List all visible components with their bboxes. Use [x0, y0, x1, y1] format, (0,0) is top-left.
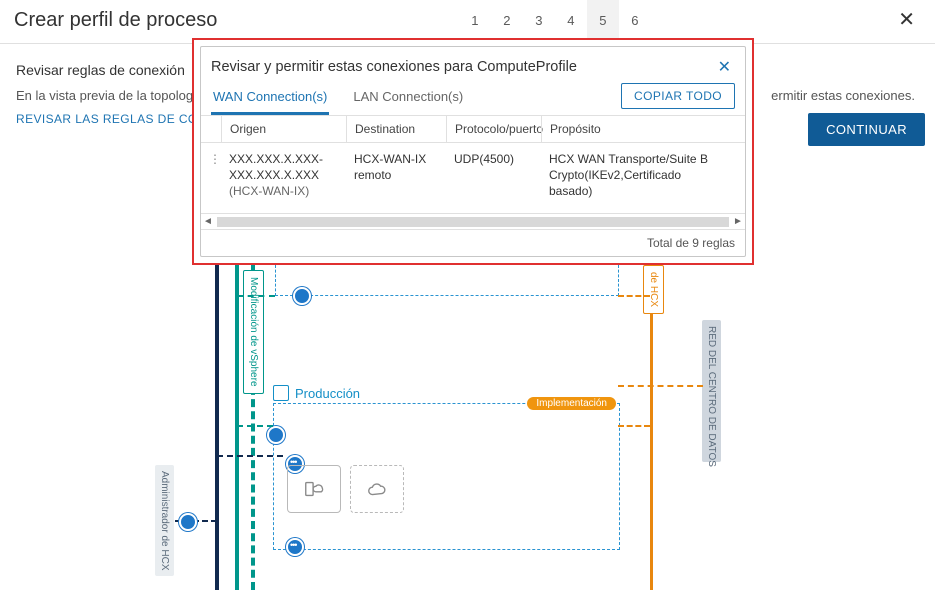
connector	[237, 425, 273, 427]
wizard-step-3[interactable]: 3	[523, 0, 555, 40]
host-cloud-tile	[287, 465, 341, 513]
label-admin-hcx: Administrador de HCX	[155, 465, 174, 576]
modal-title: Revisar y permitir estas conexiones para…	[211, 59, 577, 75]
label-vsphere-mod: Modificación de vSphere	[243, 270, 264, 394]
cell-protocol: UDP(4500)	[446, 147, 541, 204]
wizard-step-4[interactable]: 4	[555, 0, 587, 40]
cell-purpose: HCX WAN Transporte/Suite B Crypto(IKEv2,…	[541, 147, 731, 204]
connections-modal: Revisar y permitir estas conexiones para…	[192, 38, 754, 265]
review-rules-link[interactable]: REVISAR LAS REGLAS DE CONE	[16, 112, 215, 126]
topology-node-icon	[267, 426, 285, 444]
col-destination: Destination	[346, 116, 446, 142]
table-footer: Total de 9 reglas	[201, 229, 745, 256]
topology-node-icon	[179, 513, 197, 531]
rules-table: Origen Destination Protocolo/puerto Prop…	[201, 116, 745, 256]
connector	[217, 455, 283, 457]
topology-node-icon	[293, 287, 311, 305]
cell-origen: XXX.XXX.X.XXX- XXX.XXX.X.XXX (HCX-WAN-IX…	[221, 147, 346, 204]
drag-handle-icon[interactable]: ⋮	[201, 147, 221, 204]
connector	[618, 385, 703, 387]
wizard-step-1[interactable]: 1	[459, 0, 491, 40]
table-header-row: Origen Destination Protocolo/puerto Prop…	[201, 116, 745, 143]
tab-lan-connections[interactable]: LAN Connection(s)	[351, 81, 465, 115]
rail-teal	[235, 265, 239, 590]
modal-close-icon[interactable]: ✕	[714, 55, 735, 79]
topology-diagram: Administrador de HCX Modificación de vSp…	[155, 265, 775, 590]
connector	[618, 425, 650, 427]
cluster-box-top	[275, 265, 619, 296]
col-origen: Origen	[221, 116, 346, 142]
col-protocol: Protocolo/puerto	[446, 116, 541, 142]
scroll-thumb[interactable]	[217, 217, 729, 227]
wizard-stepper: 1 2 3 4 5 6	[459, 0, 651, 40]
connector	[175, 520, 217, 522]
topology-node-icon: •••	[286, 538, 304, 556]
cluster-icon	[273, 385, 289, 401]
wizard-step-5[interactable]: 5	[587, 0, 619, 40]
cloud-tile	[350, 465, 404, 513]
rail-navy	[215, 265, 219, 590]
scroll-right-icon[interactable]: ►	[731, 216, 745, 227]
col-handle	[201, 116, 221, 142]
close-icon[interactable]: ✕	[892, 8, 921, 32]
production-label: Producción	[273, 385, 360, 401]
cell-destination: HCX-WAN-IX remoto	[346, 147, 446, 204]
copy-all-button[interactable]: COPIAR TODO	[621, 83, 735, 109]
tab-wan-connections[interactable]: WAN Connection(s)	[211, 81, 329, 115]
table-row[interactable]: ⋮ XXX.XXX.X.XXX- XXX.XXX.X.XXX (HCX-WAN-…	[201, 143, 745, 208]
label-hcx-rail: de HCX	[643, 265, 664, 314]
implementation-badge: Implementación	[527, 397, 616, 410]
scroll-left-icon[interactable]: ◄	[201, 216, 215, 227]
wizard-step-2[interactable]: 2	[491, 0, 523, 40]
wizard-step-6[interactable]: 6	[619, 0, 651, 40]
col-purpose: Propósito	[541, 116, 731, 142]
horizontal-scrollbar[interactable]: ◄ ►	[201, 213, 745, 229]
continue-button[interactable]: CONTINUAR	[808, 113, 925, 146]
wizard-title: Crear perfil de proceso	[14, 9, 217, 32]
label-datacenter-network: RED DEL CENTRO DE DATOS	[702, 320, 721, 462]
